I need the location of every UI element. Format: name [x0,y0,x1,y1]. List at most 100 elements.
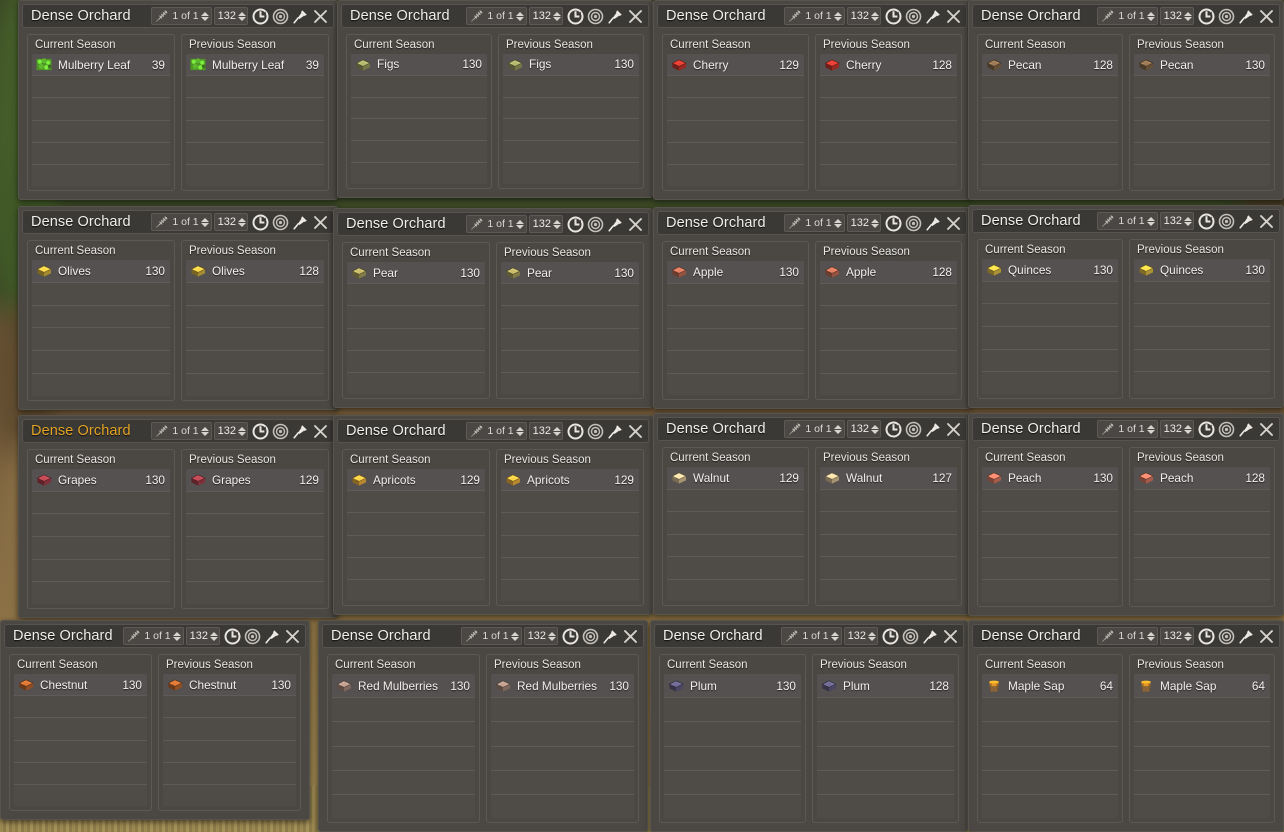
inventory-slot-empty[interactable] [32,374,170,396]
quantity-control[interactable]: 132 [528,7,563,25]
inventory-slot-empty[interactable] [32,559,170,583]
quantity-spinner-icon[interactable] [238,423,246,439]
inventory-slot-empty[interactable] [982,535,1118,558]
inventory-slot-empty[interactable] [347,535,485,558]
page-control[interactable]: 1 of 1 [1097,420,1158,438]
recycle-icon[interactable] [884,214,903,233]
page-spinner-icon[interactable] [200,8,209,24]
inventory-slot[interactable]: Pear 130 [501,262,639,285]
dense-orchard-window[interactable]: Dense Orchard 1 of 1 132 Current Season Red … [318,620,648,832]
inventory-slot-empty[interactable] [817,794,954,818]
window-titlebar[interactable]: Dense Orchard 1 of 1 132 [972,624,1280,648]
inventory-slot-empty[interactable] [186,328,324,352]
inventory-slot-empty[interactable] [332,746,475,771]
inventory-slot-empty[interactable] [1134,489,1270,513]
inventory-slot-empty[interactable] [667,579,804,601]
quantity-control[interactable]: 132 [1159,420,1194,438]
inventory-slot-empty[interactable] [32,537,170,560]
target-icon[interactable] [1217,627,1236,646]
window-titlebar[interactable]: Dense Orchard 1 of 1 132 [341,4,649,28]
inventory-slot-empty[interactable] [982,580,1118,602]
inventory-slot[interactable]: Maple Sap 64 [982,674,1118,699]
inventory-slot-empty[interactable] [817,770,954,795]
inventory-slot-empty[interactable] [491,746,634,771]
target-icon[interactable] [243,627,262,646]
close-icon[interactable] [626,422,645,441]
inventory-slot-empty[interactable] [820,328,957,351]
target-icon[interactable] [586,422,605,441]
page-control[interactable]: 1 of 1 [1097,7,1158,25]
inventory-slot-empty[interactable] [1134,770,1270,795]
recycle-icon[interactable] [884,7,903,26]
inventory-slot-empty[interactable] [664,722,801,747]
inventory-slot-empty[interactable] [32,120,170,143]
inventory-slot-empty[interactable] [14,718,147,741]
inventory-slot-empty[interactable] [982,722,1118,747]
inventory-slot-empty[interactable] [351,141,487,164]
inventory-slot-empty[interactable] [347,491,485,514]
pin-icon[interactable] [606,7,625,26]
target-icon[interactable] [271,422,290,441]
inventory-slot-empty[interactable] [1134,512,1270,536]
inventory-slot[interactable]: Walnut 129 [667,467,804,490]
target-icon[interactable] [271,213,290,232]
inventory-slot-empty[interactable] [351,97,487,120]
quantity-spinner-icon[interactable] [238,214,246,230]
inventory-slot[interactable]: Maple Sap 64 [1134,674,1270,699]
target-icon[interactable] [271,7,290,26]
quantity-control[interactable]: 132 [213,422,248,440]
page-control[interactable]: 1 of 1 [1097,627,1158,645]
inventory-slot-empty[interactable] [1134,372,1270,394]
page-spinner-icon[interactable] [833,421,842,437]
inventory-slot-empty[interactable] [351,119,487,142]
inventory-slot[interactable]: Mulberry Leaf 39 [32,54,170,77]
quantity-control[interactable]: 132 [1159,627,1194,645]
inventory-slot-empty[interactable] [1134,580,1270,602]
inventory-slot-empty[interactable] [501,350,639,373]
inventory-slot-empty[interactable] [667,142,804,165]
inventory-slot-empty[interactable] [32,582,170,604]
close-icon[interactable] [944,7,963,26]
recycle-icon[interactable] [1197,7,1216,26]
inventory-slot-empty[interactable] [982,770,1118,795]
inventory-slot-empty[interactable] [1134,120,1270,143]
inventory-slot-empty[interactable] [32,142,170,165]
pin-icon[interactable] [291,213,310,232]
inventory-slot[interactable]: Olives 128 [186,260,324,283]
inventory-slot-empty[interactable] [820,557,957,580]
window-titlebar[interactable]: Dense Orchard 1 of 1 132 [337,212,649,236]
inventory-slot-empty[interactable] [982,512,1118,536]
inventory-slot-empty[interactable] [186,76,324,99]
inventory-slot-empty[interactable] [1134,98,1270,121]
inventory-slot-empty[interactable] [503,163,639,184]
page-spinner-icon[interactable] [833,215,842,231]
quantity-spinner-icon[interactable] [553,216,561,232]
page-spinner-icon[interactable] [510,628,519,644]
inventory-slot-empty[interactable] [664,794,801,818]
page-spinner-icon[interactable] [515,216,524,232]
quantity-control[interactable]: 132 [1159,7,1194,25]
dense-orchard-window[interactable]: Dense Orchard 1 of 1 132 Current Season Mapl… [968,620,1284,832]
inventory-slot-empty[interactable] [1134,304,1270,328]
inventory-slot[interactable]: Apricots 129 [501,469,639,492]
quantity-spinner-icon[interactable] [1184,421,1192,437]
page-spinner-icon[interactable] [172,628,181,644]
page-control[interactable]: 1 of 1 [784,7,845,25]
window-titlebar[interactable]: Dense Orchard 1 of 1 132 [322,624,644,648]
inventory-slot-empty[interactable] [332,722,475,747]
inventory-slot-empty[interactable] [667,351,804,374]
inventory-slot-empty[interactable] [501,513,639,536]
pin-icon[interactable] [606,215,625,234]
inventory-slot-empty[interactable] [491,698,634,723]
close-icon[interactable] [941,627,960,646]
quantity-spinner-icon[interactable] [553,8,561,24]
inventory-slot-empty[interactable] [347,306,485,329]
inventory-slot-empty[interactable] [14,740,147,763]
inventory-slot-empty[interactable] [1134,722,1270,747]
page-control[interactable]: 1 of 1 [466,215,527,233]
quantity-control[interactable]: 132 [846,420,881,438]
window-titlebar[interactable]: Dense Orchard 1 of 1 132 [657,211,967,235]
window-titlebar[interactable]: Dense Orchard 1 of 1 132 [972,417,1280,441]
pin-icon[interactable] [606,422,625,441]
page-control[interactable]: 1 of 1 [781,627,842,645]
